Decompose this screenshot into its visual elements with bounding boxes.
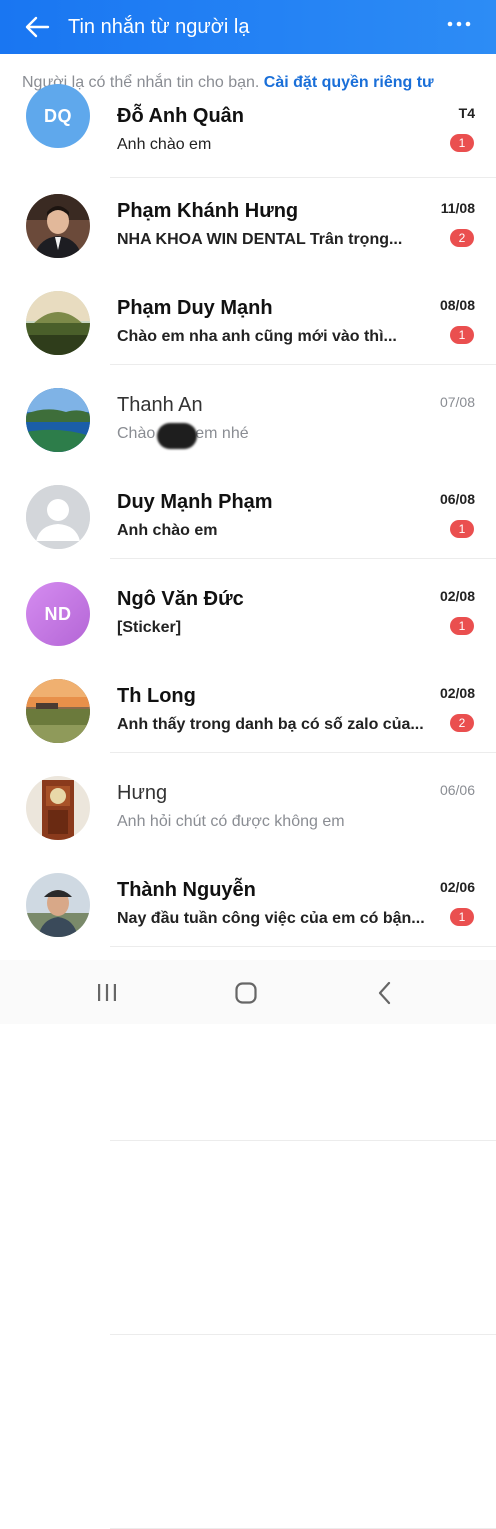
redaction-mark — [157, 423, 197, 449]
contact-name: Th Long — [117, 685, 196, 707]
contact-name: Thanh An — [117, 394, 203, 416]
contact-name: Đỗ Anh Quân — [117, 105, 245, 127]
contact-name: Duy Mạnh Phạm — [117, 491, 273, 513]
timestamp: 02/08 — [439, 685, 475, 701]
divider — [110, 1334, 496, 1335]
system-navigation-bar — [0, 960, 496, 1024]
unread-badge: 1 — [450, 134, 474, 152]
timestamp: 07/08 — [439, 394, 475, 410]
contact-name: Phạm Duy Mạnh — [117, 297, 273, 319]
arrow-left-icon[interactable] — [22, 12, 52, 42]
conversation-item[interactable]: Duy Mạnh Phạm 06/08 Anh chào em 1 — [0, 469, 496, 947]
avatar — [26, 776, 90, 840]
timestamp: 02/08 — [439, 588, 475, 604]
message-end: em nhé — [195, 425, 249, 442]
unread-badge: 1 — [450, 326, 474, 344]
page-title: Tin nhắn từ người lạ — [68, 16, 250, 38]
timestamp: 08/08 — [439, 297, 475, 313]
home-icon[interactable] — [231, 978, 261, 1008]
message-preview: Anh thấy trong danh bạ có số zalo của... — [117, 716, 424, 733]
avatar — [26, 388, 90, 452]
conversation-item[interactable]: Phạm Khánh Hưng 11/08 NHA KHOA WIN DENTA… — [0, 178, 496, 365]
avatar — [26, 485, 90, 549]
unread-badge: 1 — [450, 908, 474, 926]
conversation-item[interactable]: Th Long 02/08 Anh thấy trong danh bạ có … — [0, 663, 496, 1335]
conversation-item[interactable]: Phạm Duy Mạnh 08/08 Chào em nha anh cũng… — [0, 275, 496, 559]
avatar-photo-wooden-clock — [26, 776, 90, 840]
avatar-initials: ND — [26, 582, 90, 646]
timestamp: 06/08 — [439, 491, 475, 507]
back-chevron-icon[interactable] — [370, 978, 400, 1008]
contact-name: Phạm Khánh Hưng — [117, 200, 299, 222]
conversation-item[interactable]: Thanh An 07/08 Chào em nhé — [0, 372, 496, 753]
avatar-photo-man-cap — [26, 873, 90, 937]
message-preview: NHA KHOA WIN DENTAL Trân trọng... — [117, 231, 403, 248]
contact-name: Hưng — [117, 782, 168, 804]
message-preview: Chào em nhé — [117, 423, 437, 449]
recent-apps-icon[interactable] — [92, 978, 122, 1008]
avatar-photo-landscape-dome — [26, 291, 90, 355]
message-preview: [Sticker] — [117, 619, 182, 636]
conversation-item[interactable]: Thành Nguyễn 02/06 Nay đầu tuần công việ… — [0, 857, 496, 954]
message-start: Chào — [117, 425, 156, 442]
avatar: ND — [26, 582, 90, 646]
avatar: DQ — [26, 84, 90, 148]
message-preview: Anh chào em — [117, 136, 212, 153]
avatar-initials: DQ — [26, 84, 90, 148]
timestamp: 02/06 — [439, 879, 475, 895]
avatar — [26, 679, 90, 743]
unread-badge: 1 — [450, 617, 474, 635]
conversation-item[interactable]: DQ Đỗ Anh Quân T4 Anh chào em 1 — [0, 84, 496, 185]
unread-badge: 2 — [450, 229, 474, 247]
divider — [110, 1140, 496, 1141]
avatar — [26, 873, 90, 937]
contact-name: Ngô Văn Đức — [117, 588, 244, 610]
timestamp: 11/08 — [440, 200, 475, 216]
avatar-photo-sunset-field — [26, 679, 90, 743]
timestamp: T4 — [458, 105, 475, 121]
conversation-item[interactable]: ND Ngô Văn Đức 02/08 [Sticker] 1 — [0, 566, 496, 1141]
more-horizontal-icon[interactable] — [444, 13, 474, 43]
top-app-bar: Tin nhắn từ người lạ — [0, 0, 496, 54]
message-preview: Chào em nha anh cũng mới vào thì... — [117, 328, 397, 345]
message-preview: Nay đầu tuần công việc của em có bận... — [117, 910, 425, 927]
avatar-photo-landscape-lake — [26, 388, 90, 452]
conversation-item[interactable]: Hưng 06/06 Anh hỏi chút có được không em — [0, 760, 496, 1529]
contact-name: Thành Nguyễn — [117, 879, 256, 901]
unread-badge: 2 — [450, 714, 474, 732]
unread-badge: 1 — [450, 520, 474, 538]
default-user-icon — [26, 485, 90, 549]
timestamp: 06/06 — [439, 782, 475, 798]
message-preview: Anh hỏi chút có được không em — [117, 813, 345, 830]
avatar — [26, 194, 90, 258]
avatar-photo-man-suit — [26, 194, 90, 258]
avatar — [26, 291, 90, 355]
message-preview: Anh chào em — [117, 522, 218, 539]
